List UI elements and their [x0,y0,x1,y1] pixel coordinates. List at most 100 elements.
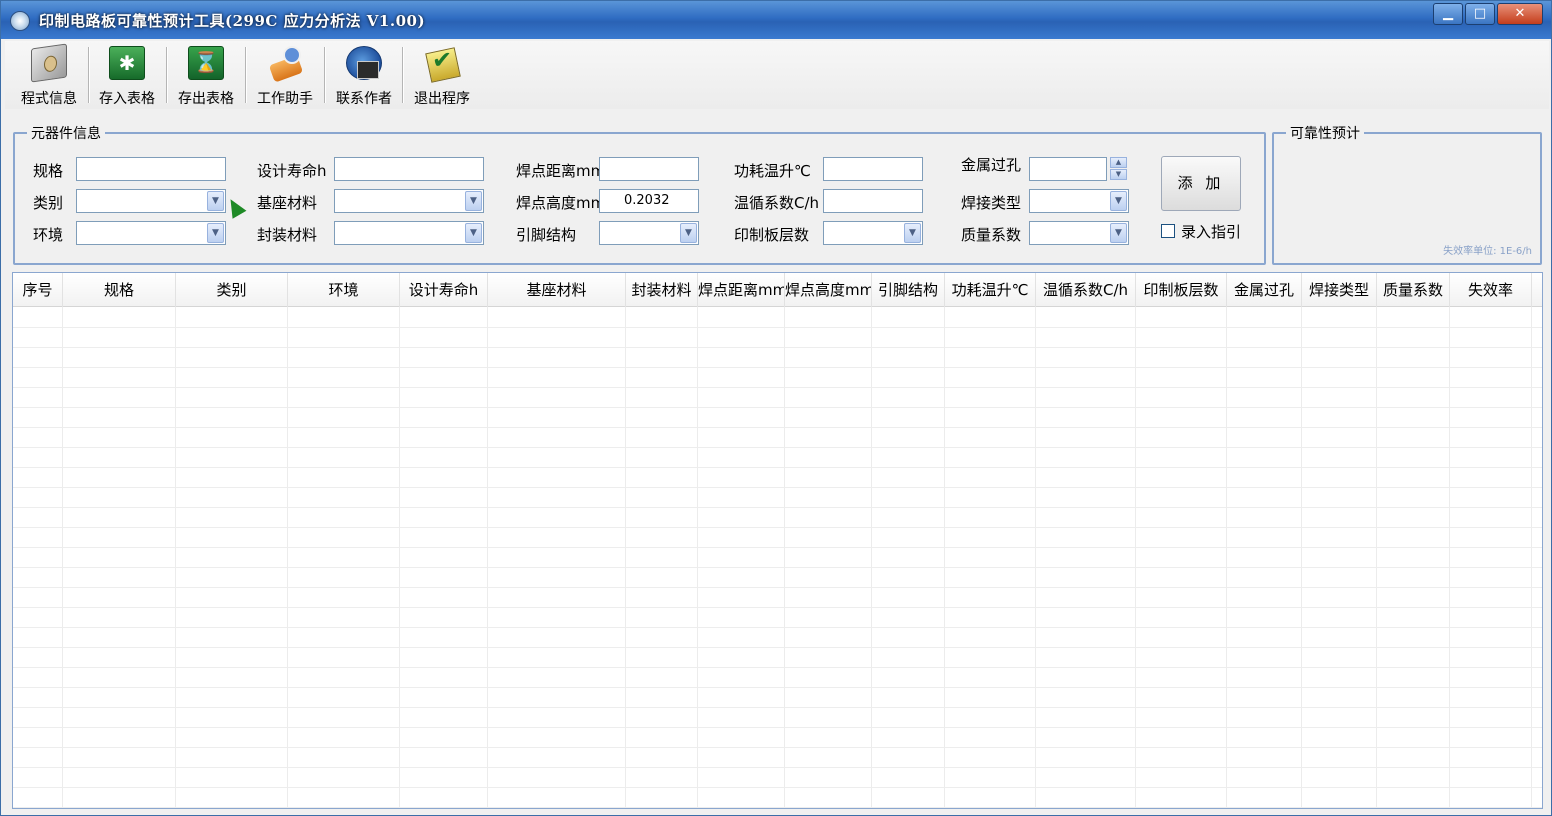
work-assistant-button[interactable]: 工作助手 [247,44,323,107]
grid-column-line [175,307,176,808]
component-table[interactable]: 序号 规格 类别 环境 设计寿命h 基座材料 封装材料 焊点距离mm 焊点高度mm 引脚结构 功耗温… [12,272,1543,809]
chevron-down-icon[interactable]: ▼ [207,223,224,243]
column-header[interactable]: 类别 [176,273,288,307]
grid-column-line [399,307,400,808]
column-header[interactable]: 焊接类型 [1302,273,1377,307]
mouse-cursor-icon [223,195,247,219]
chevron-down-icon[interactable]: ▼ [1110,191,1127,211]
grid-row-line [13,567,1542,568]
power-temp-rise-input[interactable] [823,157,923,181]
toolbar-separator [324,47,325,103]
minimize-button[interactable]: ▁ [1433,3,1463,25]
column-header[interactable]: 功耗温升℃ [945,273,1036,307]
grid-row-line [13,547,1542,548]
grid-row-line [13,347,1542,348]
exit-program-button[interactable]: 退出程序 [404,44,480,107]
grid-row-line [13,727,1542,728]
grid-column-line [62,307,63,808]
grid-row-line [13,407,1542,408]
guide-checkbox-label[interactable]: 录入指引 [1181,221,1241,242]
joint-distance-label: 焊点距离mm [516,162,606,180]
toolbar-label: 工作助手 [257,91,313,107]
contact-author-button[interactable]: 联系作者 [326,44,402,107]
chevron-down-icon[interactable]: ▼ [465,223,482,243]
maximize-button[interactable]: □ [1465,3,1495,25]
toolbar: 程式信息 存入表格 存出表格 工作助手 联系作者 退出程序 [5,41,1549,109]
grid-row-line [13,327,1542,328]
weld-type-select[interactable]: ▼ [1029,189,1129,213]
spin-up-icon[interactable]: ▲ [1110,157,1127,168]
column-header[interactable]: 焊点距离mm [698,273,785,307]
grid-column-line [1376,307,1377,808]
column-header[interactable]: 环境 [288,273,400,307]
column-header[interactable]: 金属过孔 [1227,273,1302,307]
grid-column-line [784,307,785,808]
column-header[interactable]: 失效率 [1450,273,1532,307]
grid-column-line [1135,307,1136,808]
component-info-group: 元器件信息 规格 类别 ▼ 环境 ▼ 设计寿命h 基座材料 ▼ 封装材料 ▼ 焊… [13,123,1266,265]
column-header[interactable]: 温循系数C/h [1036,273,1136,307]
export-table-icon [188,46,224,80]
package-material-select[interactable]: ▼ [334,221,484,245]
grid-row-line [13,507,1542,508]
group-title: 可靠性预计 [1286,123,1364,143]
grid-row-line [13,527,1542,528]
environment-label: 环境 [33,226,64,244]
base-material-select[interactable]: ▼ [334,189,484,213]
column-header[interactable]: 质量系数 [1377,273,1450,307]
grid-column-line [487,307,488,808]
grid-row-line [13,767,1542,768]
chevron-down-icon[interactable]: ▼ [207,191,224,211]
toolbar-label: 退出程序 [414,91,470,107]
category-select[interactable]: ▼ [76,189,226,213]
title-bar[interactable]: 印制电路板可靠性预计工具(299C 应力分析法 V1.00) ▁ □ ✕ [1,1,1551,39]
chevron-down-icon[interactable]: ▼ [904,223,921,243]
environment-select[interactable]: ▼ [76,221,226,245]
grid-column-line [625,307,626,808]
package-material-label: 封装材料 [257,226,318,244]
quality-factor-select[interactable]: ▼ [1029,221,1129,245]
group-title: 元器件信息 [27,123,105,143]
add-button[interactable]: 添 加 [1161,156,1241,211]
thermal-cycle-input[interactable] [823,189,923,213]
joint-height-input[interactable]: 0.2032 [599,189,699,213]
column-header[interactable]: 印制板层数 [1136,273,1227,307]
chevron-down-icon[interactable]: ▼ [1110,223,1127,243]
grid-row-line [13,367,1542,368]
chevron-down-icon[interactable]: ▼ [680,223,697,243]
grid-column-line [697,307,698,808]
guide-checkbox[interactable] [1161,224,1175,238]
exit-program-icon [424,46,460,80]
column-header[interactable]: 序号 [13,273,63,307]
grid-row-line [13,627,1542,628]
column-header[interactable]: 引脚结构 [872,273,945,307]
column-header[interactable]: 设计寿命h [400,273,488,307]
grid-column-line [1035,307,1036,808]
column-header[interactable]: 基座材料 [488,273,626,307]
export-table-button[interactable]: 存出表格 [168,44,244,107]
spin-down-icon[interactable]: ▼ [1110,169,1127,180]
pcb-layers-select[interactable]: ▼ [823,221,923,245]
spec-input[interactable] [76,157,226,181]
lead-structure-select[interactable]: ▼ [599,221,699,245]
base-material-label: 基座材料 [257,194,318,212]
column-header[interactable]: 规格 [63,273,176,307]
toolbar-label: 存入表格 [99,91,155,107]
toolbar-separator [166,47,167,103]
power-temp-rise-label: 功耗温升℃ [734,162,811,180]
column-header[interactable]: 封装材料 [626,273,698,307]
chevron-down-icon[interactable]: ▼ [465,191,482,211]
save-table-button[interactable]: 存入表格 [89,44,165,107]
grid-row-line [13,447,1542,448]
close-button[interactable]: ✕ [1497,3,1543,25]
program-info-button[interactable]: 程式信息 [11,43,87,107]
metal-via-input[interactable] [1029,157,1107,181]
toolbar-label: 存出表格 [178,91,234,107]
spec-label: 规格 [33,162,64,180]
design-life-input[interactable] [334,157,484,181]
column-header[interactable]: 焊点高度mm [785,273,872,307]
thermal-cycle-label: 温循系数C/h [734,194,820,212]
joint-distance-input[interactable] [599,157,699,181]
toolbar-separator [245,47,246,103]
toolbar-label: 联系作者 [336,91,392,107]
